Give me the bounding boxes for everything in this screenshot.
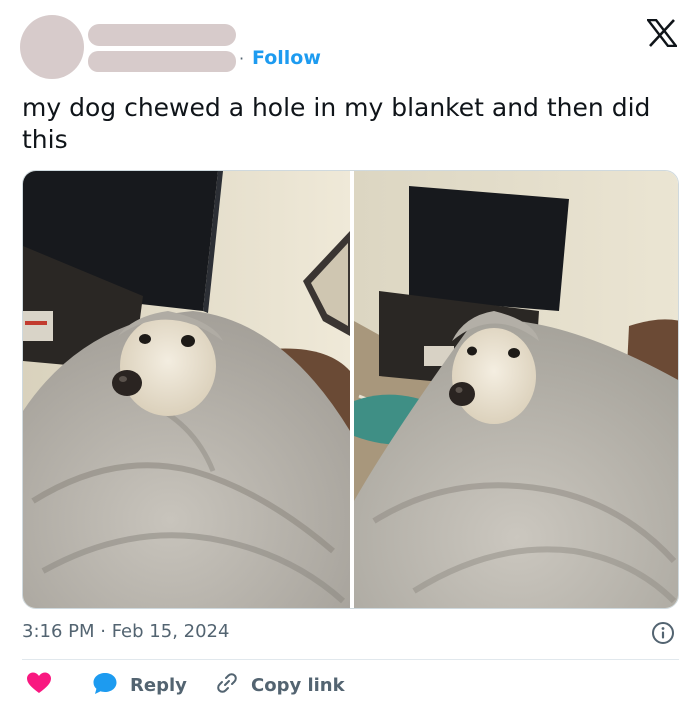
tweet-text: my dog chewed a hole in my blanket and t… [22,93,651,154]
x-logo-icon[interactable] [645,18,679,48]
reply-label: Reply [130,674,187,696]
author-name-placeholder[interactable] [88,24,236,46]
reply-button[interactable]: Reply [92,670,187,700]
copy-link-label: Copy link [251,674,345,696]
reply-bubble-icon [92,671,118,699]
avatar[interactable] [20,15,84,79]
tweet-card: · Follow my dog chewed a hole in my blan… [0,0,700,711]
timestamp[interactable]: 3:16 PM · Feb 15, 2024 [22,621,229,642]
author-handle-placeholder[interactable] [88,51,236,72]
photo-right[interactable] [354,171,678,608]
copy-link-button[interactable]: Copy link [215,670,345,700]
heart-icon [26,671,52,699]
action-bar: Reply Copy link [22,670,679,700]
media-grid [22,170,679,609]
separator-dot: · [239,49,245,68]
info-icon[interactable] [651,621,675,645]
like-button[interactable] [26,670,64,700]
link-icon [215,671,239,699]
divider [22,659,679,660]
photo-left[interactable] [23,171,350,608]
follow-button[interactable]: Follow [252,47,321,69]
